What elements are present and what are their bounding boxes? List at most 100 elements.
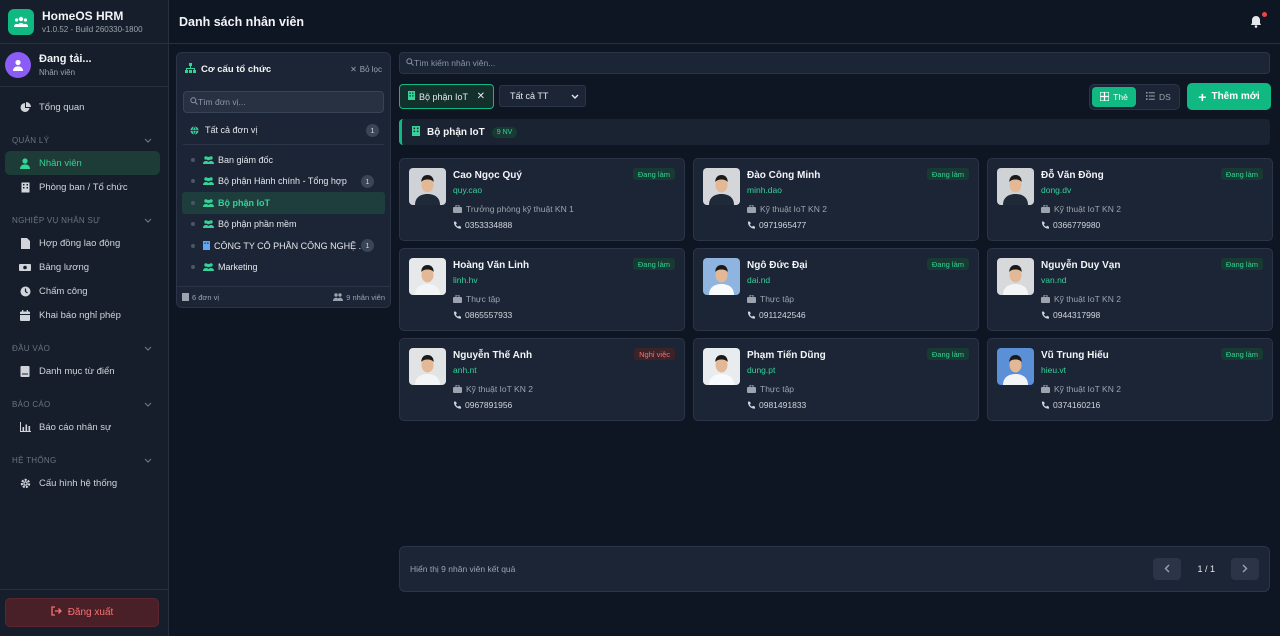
tree-item[interactable]: Bộ phận phần mềm bbox=[182, 214, 385, 236]
nav-group-hr[interactable]: NGHIỆP VỤ NHÂN SỰ bbox=[0, 210, 168, 230]
employee-username: van.nd bbox=[1041, 275, 1067, 285]
employee-card[interactable]: Cao Ngọc Quý quy.cao Trưởng phòng kỹ thuật… bbox=[399, 158, 685, 241]
sidebar: HomeOS HRM v1.0.52 - Build 260330-1800 Đ… bbox=[0, 0, 169, 636]
employee-name: Đỗ Văn Đồng bbox=[1041, 170, 1104, 181]
employee-username: quy.cao bbox=[453, 185, 483, 195]
nav-group-manage[interactable]: QUẢN LÝ bbox=[0, 130, 168, 150]
employee-phone: 0374160216 bbox=[1041, 400, 1100, 410]
org-tree: Ban giám đốc Bộ phận Hành chính - Tổng hợ… bbox=[177, 149, 390, 278]
employee-position: Kỹ thuật IoT KN 2 bbox=[1041, 294, 1121, 304]
employee-card[interactable]: Đỗ Văn Đồng dong.dv Kỹ thuật IoT KN 2 03667… bbox=[987, 158, 1273, 241]
sidebar-item-payroll[interactable]: Bảng lương bbox=[5, 255, 160, 279]
sidebar-item-employees[interactable]: Nhân viên bbox=[5, 151, 160, 175]
user-profile[interactable]: Đang tải... Nhân viên bbox=[0, 44, 168, 87]
filter-chip-label: Bộ phận IoT bbox=[419, 91, 469, 102]
search-icon bbox=[406, 58, 414, 68]
building-icon bbox=[19, 181, 31, 193]
building-icon bbox=[408, 91, 415, 102]
phone-icon bbox=[1041, 221, 1049, 229]
logout-button[interactable]: Đăng xuất bbox=[5, 598, 159, 627]
employee-position: Thực tập bbox=[747, 384, 794, 394]
sidebar-item-dictionary[interactable]: Danh mục từ điển bbox=[5, 359, 160, 383]
users-icon bbox=[333, 293, 344, 301]
notification-button[interactable] bbox=[1250, 11, 1267, 29]
chevron-left-icon bbox=[1164, 560, 1170, 578]
employee-card[interactable]: Hoàng Văn Linh linh.hv Thực tập 0865557933 Đ… bbox=[399, 248, 685, 331]
phone-text: 0374160216 bbox=[1053, 400, 1101, 410]
phone-icon bbox=[453, 311, 461, 319]
app-name: HomeOS HRM bbox=[42, 9, 124, 23]
sidebar-item-departments[interactable]: Phòng ban / Tổ chức bbox=[5, 175, 160, 199]
position-text: Kỹ thuật IoT KN 2 bbox=[1054, 294, 1121, 304]
card-view-label: Thẻ bbox=[1113, 92, 1128, 102]
close-icon[interactable]: ✕ bbox=[477, 91, 485, 102]
employee-search-placeholder: Tìm kiếm nhân viên... bbox=[414, 58, 496, 68]
pagination-info: Hiển thị 9 nhân viên kết quả bbox=[410, 564, 516, 574]
employee-position: Thực tập bbox=[747, 294, 794, 304]
tree-item[interactable]: Bộ phận IoT bbox=[182, 192, 385, 214]
card-view-button[interactable]: Thẻ bbox=[1092, 87, 1136, 107]
tree-item[interactable]: Ban giám đốc bbox=[182, 149, 385, 171]
clear-filter-button[interactable]: ✕ Bỏ lọc bbox=[350, 65, 382, 74]
search-icon bbox=[190, 97, 198, 107]
tree-bullet bbox=[191, 222, 195, 227]
sidebar-item-label: Hợp đồng lao động bbox=[39, 237, 121, 249]
employee-name: Vũ Trung Hiếu bbox=[1041, 350, 1109, 361]
org-search-input[interactable]: Tìm đơn vị... bbox=[183, 91, 384, 113]
chevron-down-icon bbox=[144, 216, 152, 225]
phone-text: 0971965477 bbox=[759, 220, 807, 230]
nav-group-input[interactable]: ĐẦU VÀO bbox=[0, 338, 168, 358]
sidebar-item-overview[interactable]: Tổng quan bbox=[5, 95, 160, 119]
briefcase-icon bbox=[1041, 295, 1050, 303]
tree-item[interactable]: Bộ phận Hành chính - Tổng hợp 1 bbox=[182, 171, 385, 193]
tree-item-all[interactable]: Tất cả đơn vị 1 bbox=[177, 119, 390, 141]
sidebar-item-attendance[interactable]: Chấm công bbox=[5, 279, 160, 303]
tree-bullet bbox=[191, 265, 195, 270]
employee-card[interactable]: Nguyễn Thế Anh anh.nt Kỹ thuật IoT KN 2 096… bbox=[399, 338, 685, 421]
employee-card[interactable]: Phạm Tiến Dũng dung.pt Thực tập 0981491833 Đ… bbox=[693, 338, 979, 421]
chevron-down-icon bbox=[144, 136, 152, 145]
phone-icon bbox=[1041, 311, 1049, 319]
status-select[interactable]: Tất cả TT bbox=[499, 85, 586, 107]
employee-photo bbox=[703, 348, 740, 385]
employee-card[interactable]: Nguyễn Duy Vạn van.nd Kỹ thuật IoT KN 2 094… bbox=[987, 248, 1273, 331]
tree-item[interactable]: CÔNG TY CỔ PHẦN CÔNG NGHỆ ... 1 bbox=[182, 235, 385, 257]
chevron-down-icon bbox=[144, 456, 152, 465]
briefcase-icon bbox=[453, 205, 462, 213]
sidebar-item-leave[interactable]: Khai báo nghỉ phép bbox=[5, 303, 160, 327]
sidebar-item-contracts[interactable]: Hợp đồng lao động bbox=[5, 231, 160, 255]
employee-search-input[interactable]: Tìm kiếm nhân viên... bbox=[399, 52, 1270, 74]
list-view-button[interactable]: DS bbox=[1140, 87, 1177, 107]
tree-item-label: Tất cả đơn vị bbox=[205, 125, 258, 135]
status-badge: Đang làm bbox=[926, 168, 969, 180]
employee-card[interactable]: Đào Công Minh minh.dao Kỹ thuật IoT KN 2 09… bbox=[693, 158, 979, 241]
tree-item-label: Bộ phận Hành chính - Tổng hợp bbox=[218, 176, 347, 187]
globe-icon bbox=[190, 125, 199, 135]
position-text: Thực tập bbox=[760, 384, 795, 394]
employee-card[interactable]: Ngô Đức Đại dai.nd Thực tập 0911242546 Đang … bbox=[693, 248, 979, 331]
chevron-down-icon bbox=[144, 400, 152, 409]
department-filter-chip[interactable]: Bộ phận IoT ✕ bbox=[399, 84, 494, 109]
prev-page-button[interactable] bbox=[1153, 558, 1182, 580]
count-badge: 1 bbox=[366, 123, 379, 137]
chevron-down-icon bbox=[571, 91, 579, 101]
add-employee-button[interactable]: + Thêm mới bbox=[1187, 83, 1271, 110]
users-icon bbox=[203, 199, 214, 207]
view-toggle: Thẻ DS bbox=[1089, 84, 1180, 110]
sidebar-item-hr-report[interactable]: Báo cáo nhân sự bbox=[5, 415, 160, 439]
position-text: Kỹ thuật IoT KN 2 bbox=[466, 384, 533, 394]
group-title: Bộ phận IoT bbox=[427, 126, 485, 138]
sidebar-item-settings[interactable]: Cấu hình hệ thống bbox=[5, 471, 160, 495]
employee-card[interactable]: Vũ Trung Hiếu hieu.vt Kỹ thuật IoT KN 2 037… bbox=[987, 338, 1273, 421]
status-badge: Đang làm bbox=[1220, 348, 1263, 360]
sidebar-item-label: Báo cáo nhân sự bbox=[39, 421, 112, 433]
next-page-button[interactable] bbox=[1231, 558, 1259, 580]
position-text: Thực tập bbox=[760, 294, 795, 304]
sidebar-item-label: Tổng quan bbox=[39, 101, 85, 113]
nav-group-system[interactable]: HỆ THỐNG bbox=[0, 450, 168, 470]
gear-icon bbox=[19, 477, 31, 489]
employee-username: dung.pt bbox=[747, 365, 776, 375]
staff-count: 9 nhân viên bbox=[346, 292, 385, 302]
tree-item[interactable]: Marketing bbox=[182, 257, 385, 279]
nav-group-report[interactable]: BÁO CÁO bbox=[0, 394, 168, 414]
